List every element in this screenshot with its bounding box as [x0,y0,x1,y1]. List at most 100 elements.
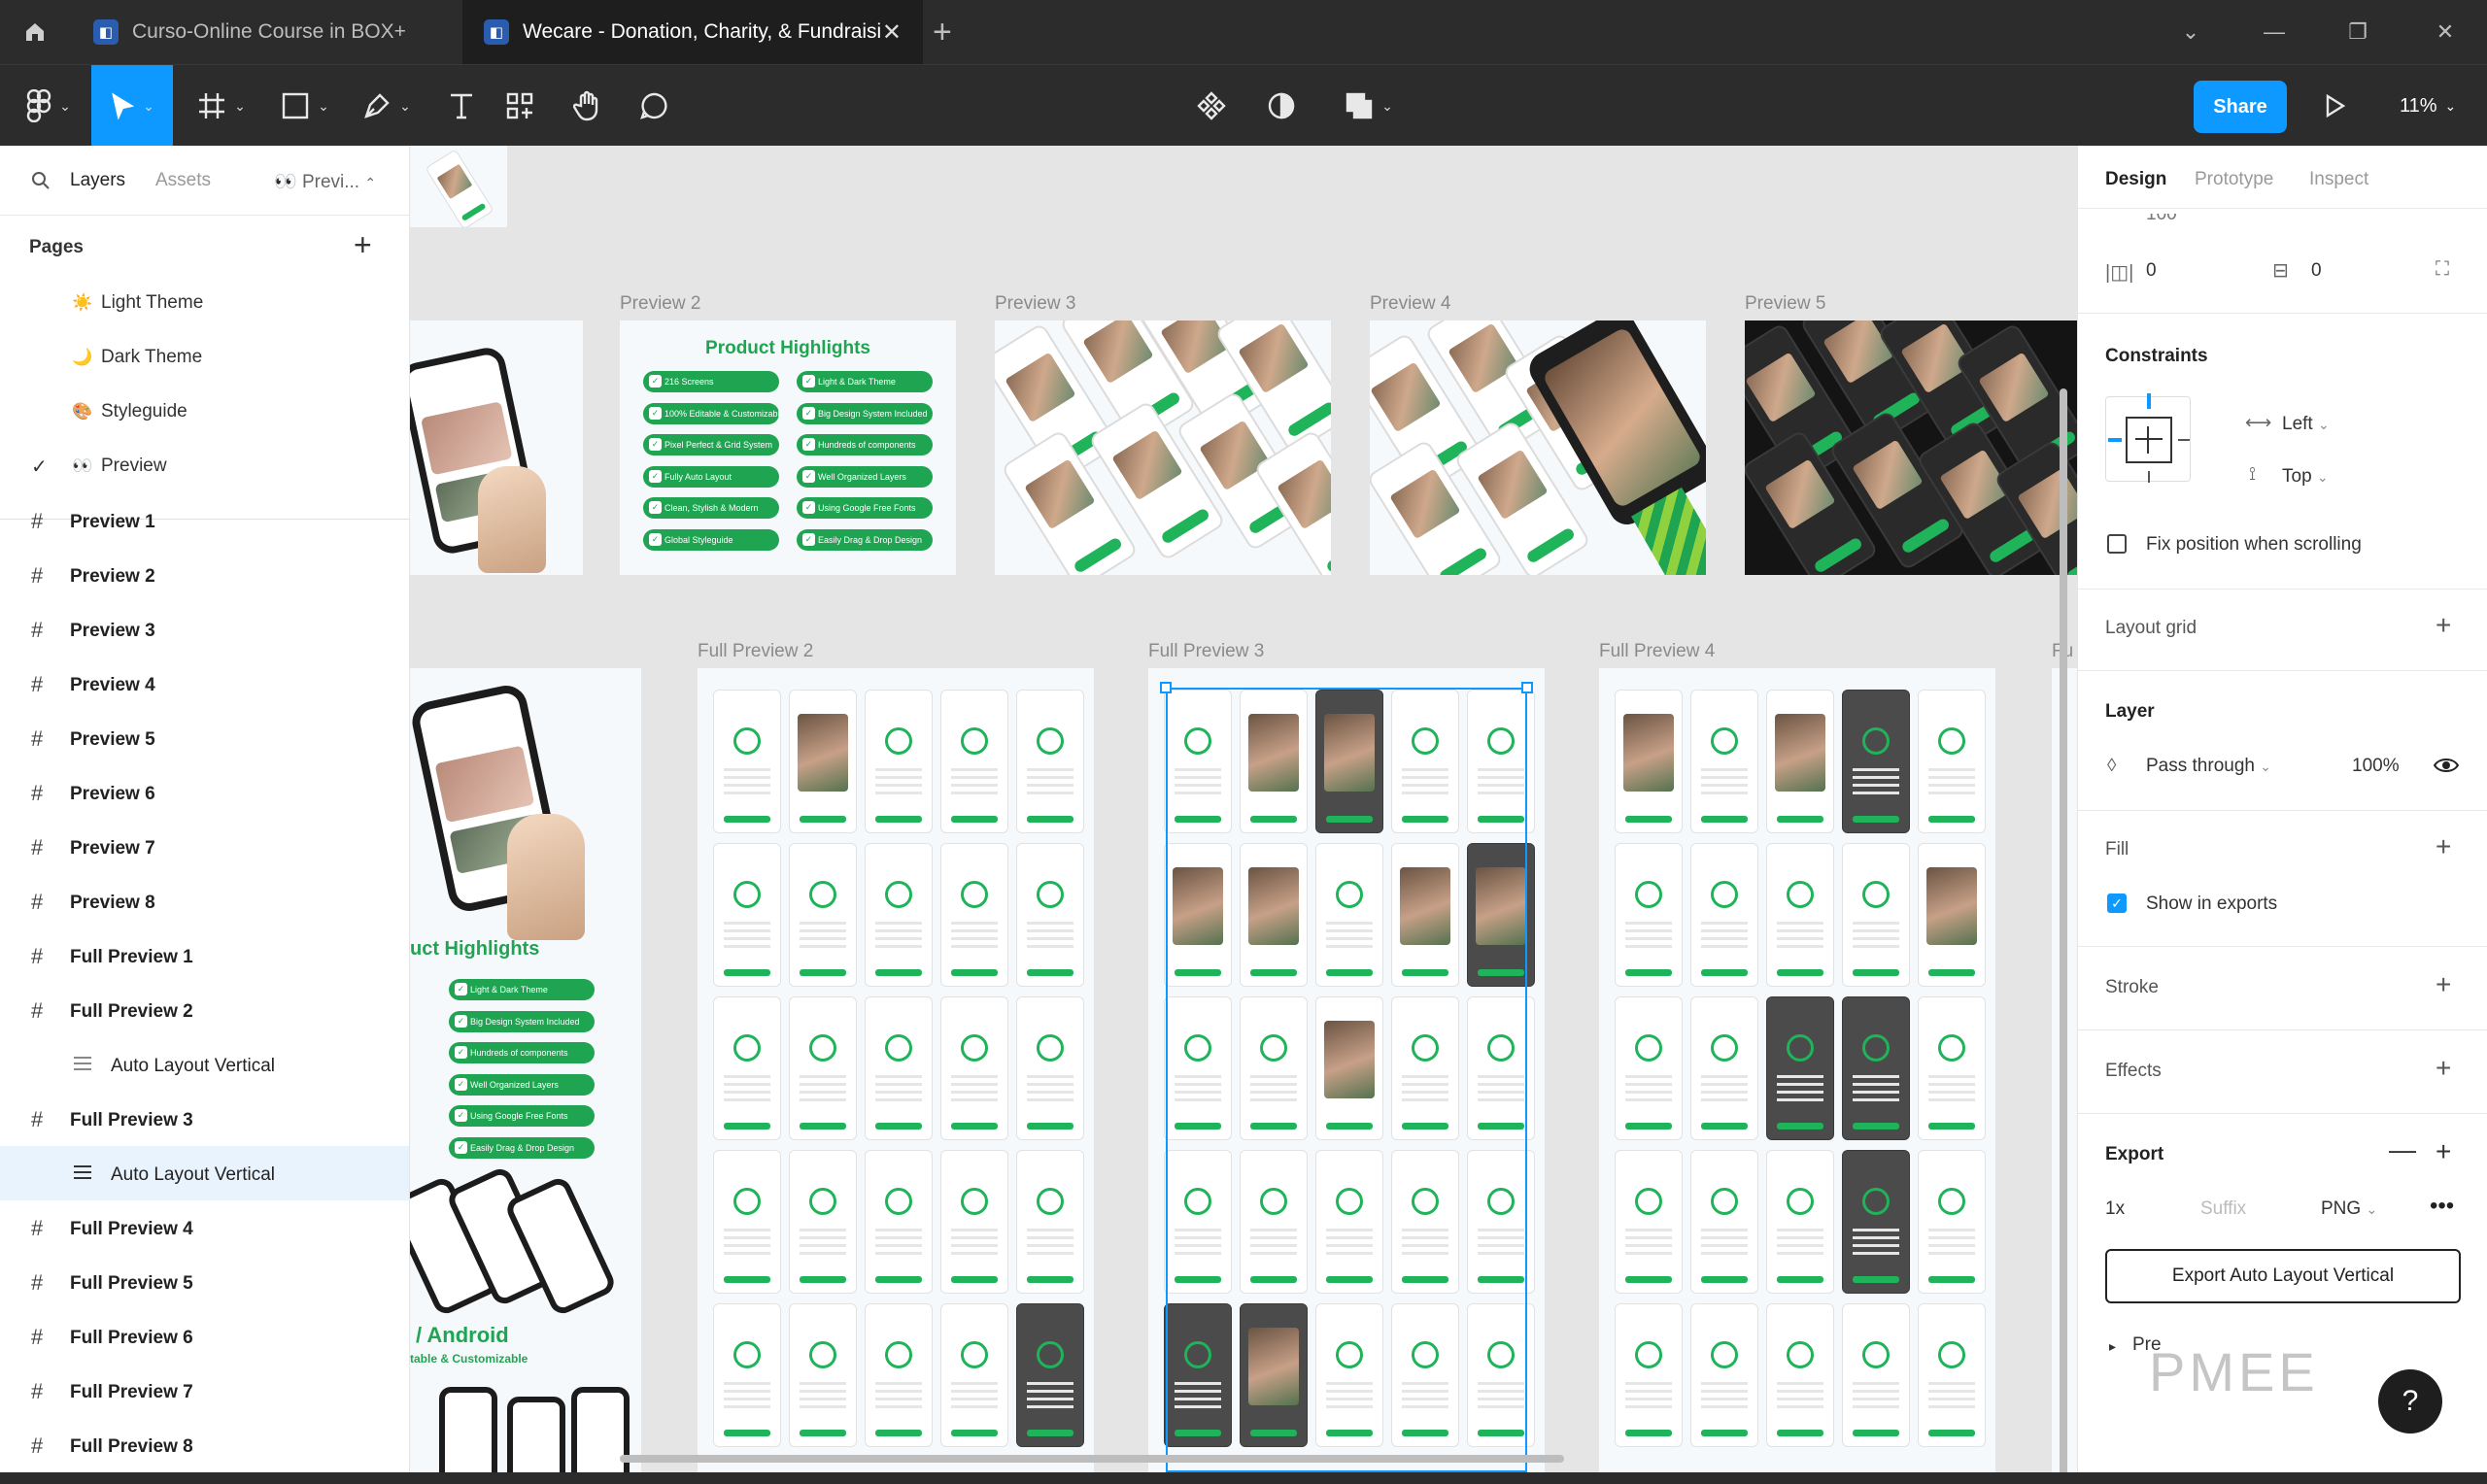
help-button[interactable]: ? [2378,1369,2442,1433]
hand-tool[interactable] [554,65,622,147]
selection-outline[interactable] [1166,688,1527,1472]
export-settings-more-icon[interactable]: ••• [2430,1193,2454,1220]
frame-tool[interactable]: ⌄ [183,65,260,147]
add-page-button[interactable]: + [354,227,372,263]
layer-row-auto-layout[interactable]: Auto Layout Vertical [0,1037,409,1092]
minimize-button[interactable]: — [2232,0,2316,64]
frame-full-preview-2[interactable] [698,668,1094,1472]
horizontal-padding-value[interactable]: 0 [2146,260,2157,282]
add-layout-grid-button[interactable]: + [2436,610,2451,641]
independent-padding-icon[interactable]: ⛶ [2436,258,2449,281]
close-window-button[interactable]: ✕ [2403,0,2487,64]
blend-mode-select[interactable]: Pass through ⌄ [2146,756,2271,777]
layer-row-auto-layout[interactable]: Auto Layout Vertical [0,1146,409,1200]
share-button[interactable]: Share [2194,81,2287,133]
comment-tool[interactable] [620,65,688,147]
move-tool[interactable]: ⌄ [91,65,173,147]
layer-row-frame[interactable]: # Preview 6 [0,765,409,820]
zoom-dropdown[interactable]: 11% ⌄ [2400,65,2456,147]
layer-row-frame[interactable]: # Preview 7 [0,820,409,874]
add-effect-button[interactable]: + [2436,1053,2451,1084]
tab-assets[interactable]: Assets [155,170,211,191]
layer-row-frame[interactable]: # Full Preview 5 [0,1255,409,1309]
tab-design[interactable]: Design [2105,169,2166,190]
export-button[interactable]: Export Auto Layout Vertical [2105,1249,2461,1303]
layer-row-frame[interactable]: # Full Preview 8 [0,1418,409,1472]
frame-preview-4[interactable] [1370,320,1706,575]
layer-row-frame[interactable]: # Preview 5 [0,711,409,765]
horizontal-constraint-select[interactable]: Left ⌄ [2282,414,2330,435]
close-tab-icon[interactable]: ✕ [882,18,902,47]
horizontal-scrollbar[interactable] [620,1455,1564,1463]
pen-tool[interactable]: ⌄ [348,65,426,147]
layer-row-frame[interactable]: # Full Preview 1 [0,928,409,983]
show-in-exports-checkbox[interactable]: ✓ [2107,894,2127,913]
export-format-select[interactable]: PNG ⌄ [2321,1198,2377,1220]
tab-curso-online[interactable]: ◧ Curso-Online Course in BOX+ [72,0,460,64]
frame-preview-1[interactable] [410,320,583,575]
design-canvas[interactable]: Preview 2 Product Highlights 216 Screens… [410,146,2077,1472]
vertical-constraint-select[interactable]: Top ⌄ [2282,466,2329,488]
export-scale-select[interactable]: 1x [2105,1198,2125,1220]
new-tab-button[interactable]: + [933,14,952,51]
tab-inspect[interactable]: Inspect [2309,169,2368,190]
resources-tool[interactable] [486,65,554,147]
restore-button[interactable]: ❐ [2316,0,2400,64]
vertical-scrollbar[interactable] [2060,388,2067,1472]
remove-export-button[interactable]: — [2389,1134,2416,1165]
frame-icon: # [31,944,44,968]
tab-wecare[interactable]: ◧ Wecare - Donation, Charity, & Fundrais… [462,0,923,64]
divider [2078,1029,2487,1030]
chevron-right-icon[interactable]: ▸ [2109,1338,2116,1355]
opacity-value[interactable]: 100% [2352,756,2400,777]
component-button[interactable] [1177,65,1245,147]
frame-full-preview-1[interactable]: uct Highlights Light & Dark Theme Big Des… [410,668,641,1472]
page-item[interactable]: 🎨 Styleguide [0,385,409,439]
chevron-down-icon: ⌄ [2444,97,2457,114]
layer-row-frame[interactable]: # Preview 4 [0,657,409,711]
add-export-button[interactable]: + [2436,1136,2451,1167]
boolean-button[interactable]: ⌄ [1325,65,1413,147]
layer-row-frame[interactable]: # Preview 8 [0,874,409,928]
tab-layers[interactable]: Layers [70,170,125,191]
layer-row-frame[interactable]: # Full Preview 3 [0,1092,409,1146]
resize-handle[interactable] [1521,682,1533,693]
vertical-padding-icon: ⊟ [2272,260,2289,282]
layer-row-frame[interactable]: # Preview 2 [0,548,409,602]
tab-prototype[interactable]: Prototype [2195,169,2273,190]
fix-position-checkbox[interactable] [2107,534,2127,554]
layer-row-frame[interactable]: # Preview 3 [0,602,409,657]
main-menu-button[interactable]: ⌄ [10,65,87,147]
mask-button[interactable] [1247,65,1315,147]
frame-thumbnail[interactable] [410,146,507,227]
shape-tool[interactable]: ⌄ [266,65,344,147]
export-suffix-input[interactable]: Suffix [2200,1198,2246,1220]
constraints-widget[interactable] [2105,393,2191,483]
resize-handle[interactable] [1160,682,1172,693]
add-stroke-button[interactable]: + [2436,969,2451,1000]
page-item[interactable]: ✓ 👀 Preview [0,439,409,493]
app-screen-thumbnail [1690,996,1758,1140]
frame-preview-3[interactable] [995,320,1331,575]
page-item[interactable]: 🌙 Dark Theme [0,330,409,385]
chevron-down-icon[interactable]: ⌄ [2149,0,2232,64]
page-item[interactable]: ☀️ Light Theme [0,276,409,330]
eye-icon[interactable] [2434,756,2459,775]
home-button[interactable] [0,0,70,64]
vertical-padding-value[interactable]: 0 [2311,260,2322,282]
add-fill-button[interactable]: + [2436,831,2451,862]
page-switcher[interactable]: 👀 Previ... ⌃ [274,170,376,193]
layer-row-frame[interactable]: # Preview 1 [0,493,409,548]
frame-preview-2[interactable]: Product Highlights 216 Screens 100% Edita… [620,320,956,575]
layer-label: Full Preview 4 [70,1219,193,1239]
layer-row-frame[interactable]: # Full Preview 4 [0,1200,409,1255]
present-button[interactable] [2300,65,2368,147]
frame-preview-5[interactable] [1745,320,2077,575]
layer-row-frame[interactable]: # Full Preview 7 [0,1364,409,1418]
layer-row-frame[interactable]: # Full Preview 2 [0,983,409,1037]
search-icon[interactable] [31,171,51,190]
hand-illustration [507,814,585,940]
app-screen-thumbnail [1016,1150,1084,1294]
frame-full-preview-4[interactable] [1599,668,1995,1472]
layer-row-frame[interactable]: # Full Preview 6 [0,1309,409,1364]
